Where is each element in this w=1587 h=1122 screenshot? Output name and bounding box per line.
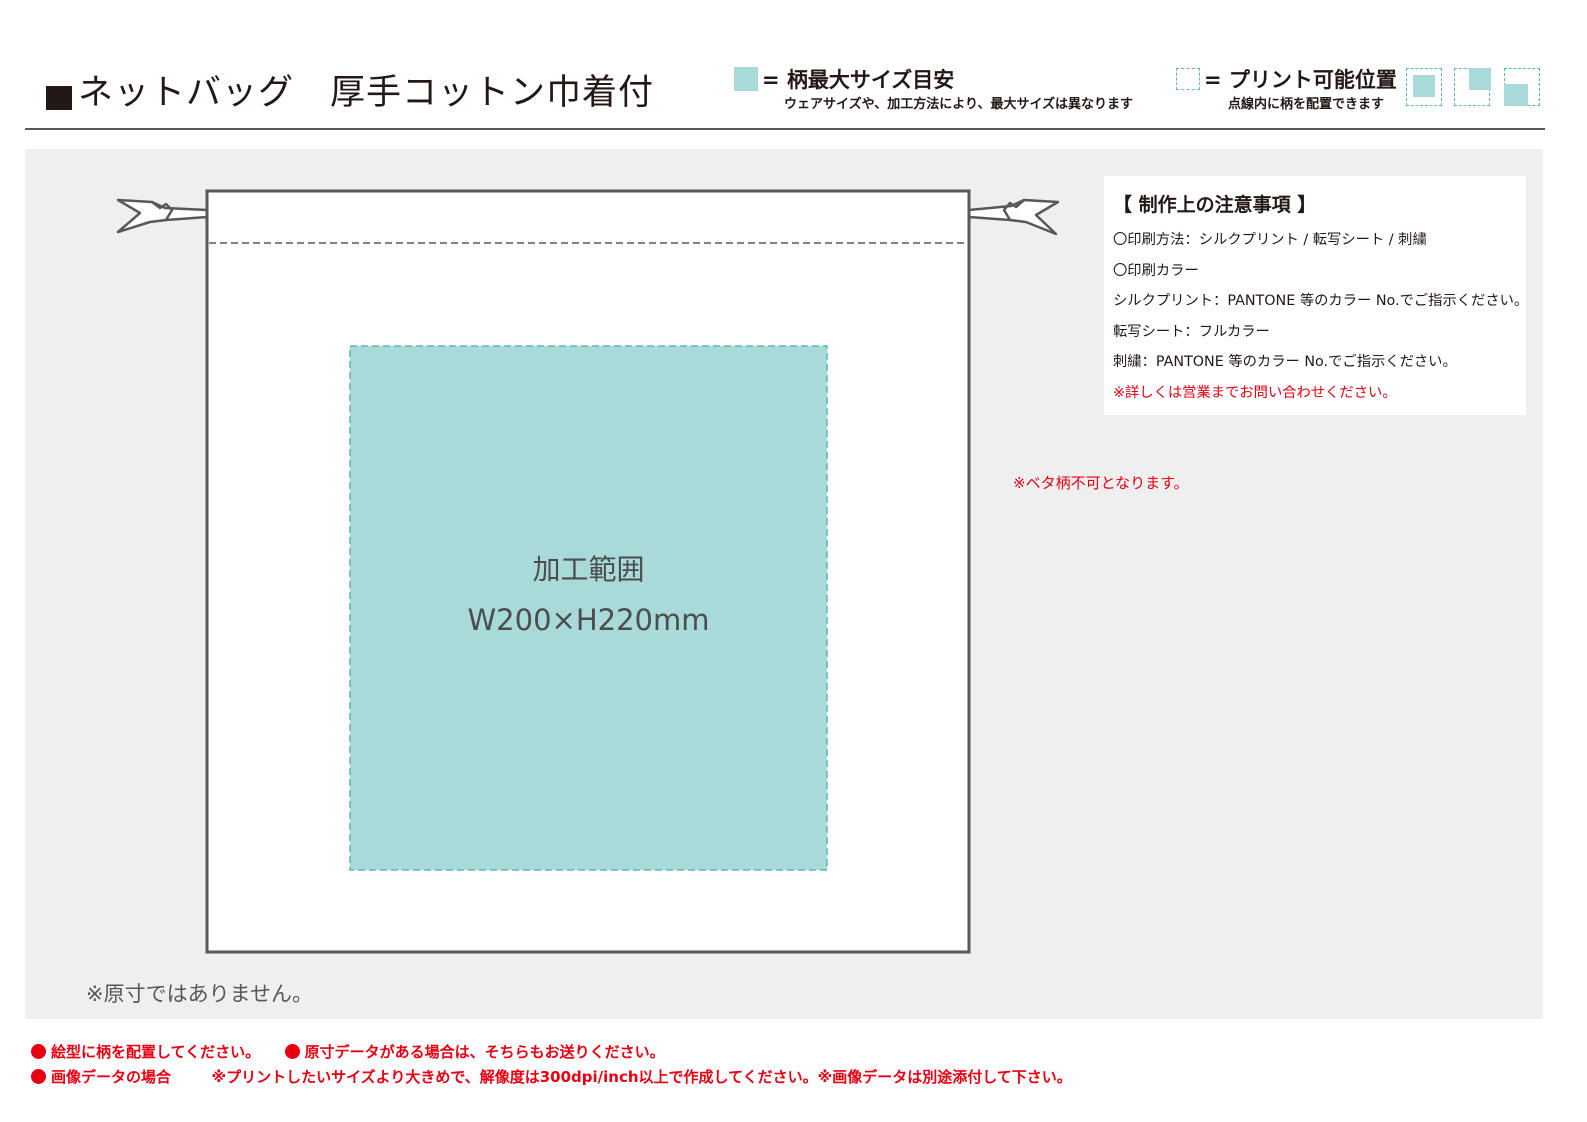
notes-contact-line: ※詳しくは営業までお問い合わせください。 (1113, 384, 1397, 401)
position-example-fill (1469, 68, 1491, 90)
position-example-fill (1504, 84, 1528, 106)
max-size-legend-note: ウェアサイズや、加工方法により、最大サイズは異なります (784, 97, 1134, 112)
position-example-top (1454, 68, 1491, 106)
position-example-center (1406, 68, 1442, 106)
print-area-dashed-swatch (1176, 68, 1200, 90)
footer-line-1: 絵型に柄を配置してください。 原寸データがある場合は、そちらもお送りください。 (31, 1041, 665, 1062)
max-size-swatch (734, 67, 758, 91)
print-area-name: 加工範囲 (532, 553, 645, 586)
footer-line-2: 画像データの場合 ※プリントしたいサイズより大きめで、解像度は300dpi/in… (31, 1066, 1072, 1087)
title-square-mark (46, 86, 72, 110)
print-area-legend-label: = プリント可能位置 (1204, 68, 1397, 92)
solid-pattern-warning: ※ベタ柄不可となります。 (1013, 474, 1189, 492)
production-notes-panel: 【 制作上の注意事項 】 〇印刷方法：シルクプリント / 転写シート / 刺繍 … (1104, 176, 1529, 415)
footer-instruction-2: 原寸データがある場合は、そちらもお送りください。 (304, 1043, 665, 1061)
bullet-dot-icon (284, 1044, 300, 1059)
page-title: ネットバッグ 厚手コットン巾着付 (78, 73, 655, 113)
print-area-legend-note: 点線内に柄を配置できます (1228, 97, 1385, 112)
not-actual-size-note: ※原寸ではありません。 (86, 982, 313, 1006)
notes-line: シルクプリント：PANTONE 等のカラー No.でご指示ください。 (1113, 293, 1529, 309)
notes-line: 転写シート：フルカラー (1113, 323, 1270, 340)
notes-line: 〇印刷方法：シルクプリント / 転写シート / 刺繍 (1113, 232, 1427, 248)
print-area-size: W200×H220mm (467, 603, 710, 637)
bullet-dot-icon (31, 1069, 46, 1084)
footer-image-data-note: ※プリントしたいサイズより大きめで、解像度は300dpi/inch以上で作成して… (211, 1068, 1072, 1086)
bullet-dot-icon (31, 1044, 46, 1059)
footer-image-data-label: 画像データの場合 (51, 1068, 172, 1086)
position-example-fill (1413, 75, 1435, 97)
max-size-legend-label: = 柄最大サイズ目安 (762, 68, 955, 92)
header-divider (25, 128, 1545, 130)
notes-title: 【 制作上の注意事項 】 (1113, 194, 1317, 216)
notes-line: 刺繍：PANTONE 等のカラー No.でご指示ください。 (1113, 354, 1457, 370)
notes-line: 〇印刷カラー (1113, 262, 1199, 279)
position-example-bottom (1504, 68, 1540, 106)
footer-instruction-1: 絵型に柄を配置してください。 (51, 1043, 261, 1061)
